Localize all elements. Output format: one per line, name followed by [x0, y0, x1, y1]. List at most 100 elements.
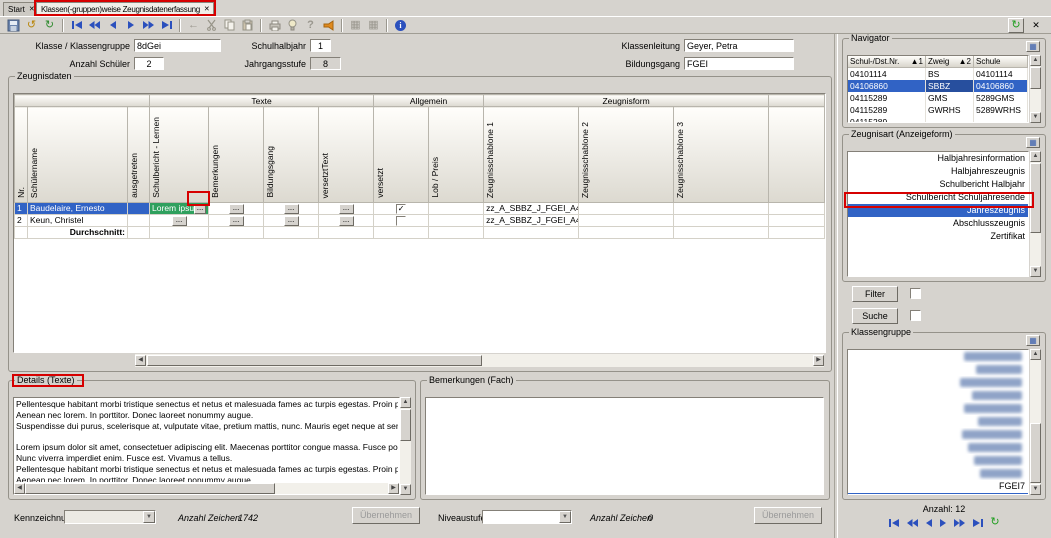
navigator-row[interactable]: 04115289: [848, 116, 1028, 123]
cell-schuelername[interactable]: Keun, Christel: [28, 215, 128, 227]
cell-lob-preis[interactable]: [429, 215, 484, 227]
klassengruppe-item-redacted[interactable]: [848, 454, 1028, 467]
klassengruppe-item-redacted[interactable]: [848, 441, 1028, 454]
copy-icon[interactable]: [221, 18, 238, 33]
zeugnisart-item[interactable]: Schulbericht Halbjahr: [848, 178, 1028, 191]
zeugnisart-list[interactable]: Halbjahresinformation Halbjahreszeugnis …: [847, 151, 1029, 277]
cell-nr[interactable]: 1: [15, 203, 28, 215]
bildungsgang-input[interactable]: [684, 57, 794, 70]
klassengruppe-item-redacted[interactable]: [848, 415, 1028, 428]
scroll-right-icon[interactable]: ▶: [813, 355, 824, 366]
suche-button[interactable]: Suche: [852, 308, 898, 324]
fast-forward-icon[interactable]: [953, 518, 966, 528]
klassenleitung-input[interactable]: [684, 39, 794, 52]
zeugnisart-item-selected[interactable]: Jahreszeugnis: [848, 204, 1028, 217]
grid-view-icon[interactable]: ▦: [347, 18, 364, 33]
filter-button[interactable]: Filter: [852, 286, 898, 302]
cell-bemerkungen[interactable]: ...: [209, 203, 264, 215]
cell-editor-button[interactable]: ...: [172, 216, 187, 226]
cell-zeugnisschablone-1[interactable]: zz_A_SBBZ_J_FGEI_A4: [484, 203, 579, 215]
scroll-down-icon[interactable]: ▼: [1030, 484, 1041, 495]
cell-bildungsgang[interactable]: ...: [264, 203, 319, 215]
cell-editor-button[interactable]: ...: [284, 216, 299, 226]
close-icon[interactable]: ✕: [29, 6, 35, 13]
navigator-row[interactable]: 04101114BS04101114: [848, 68, 1028, 80]
cell-ausgetreten[interactable]: [128, 215, 150, 227]
hint-bulb-icon[interactable]: [284, 18, 301, 33]
cell-editor-button[interactable]: ...: [229, 204, 244, 214]
klassengruppe-item-redacted[interactable]: [848, 428, 1028, 441]
vscroll-thumb[interactable]: [1030, 423, 1041, 483]
kennzeichnung-select[interactable]: ▼: [64, 510, 156, 524]
scroll-left-icon[interactable]: ◀: [135, 355, 146, 366]
close-icon[interactable]: ✕: [204, 6, 210, 13]
first-record-icon[interactable]: [888, 518, 900, 528]
navigate-back-icon[interactable]: ←: [185, 18, 202, 33]
first-record-icon[interactable]: [68, 18, 85, 33]
cell-versetzt[interactable]: ✓: [374, 203, 429, 215]
paste-icon[interactable]: [239, 18, 256, 33]
details-text-area[interactable]: Pellentesque habitant morbi tristique se…: [13, 397, 400, 495]
klassengruppe-item-fgei7[interactable]: FGEI7: [848, 480, 1028, 493]
navigator-col-zweig[interactable]: Zweig▲2: [926, 56, 974, 67]
cell-bildungsgang[interactable]: ...: [264, 215, 319, 227]
grid-config-icon[interactable]: ▦: [1026, 335, 1040, 346]
zeugnisart-item[interactable]: Zertifikat: [848, 230, 1028, 243]
tab-zeugnisdatenerfassung[interactable]: Klassen(-gruppen)weise Zeugnisdatenerfas…: [36, 2, 214, 16]
klassengruppe-item-redacted[interactable]: [848, 363, 1028, 376]
hscroll-thumb[interactable]: [147, 355, 482, 366]
niveaustufe-select[interactable]: ▼: [482, 510, 572, 524]
details-hscrollbar[interactable]: ◀ ▶: [14, 483, 399, 494]
close-panel-icon[interactable]: ✕: [1030, 18, 1042, 33]
combo-arrow-icon[interactable]: ▼: [143, 511, 155, 523]
help-icon[interactable]: ?: [302, 18, 319, 33]
anzahl-schueler-input[interactable]: [134, 57, 164, 70]
cell-bemerkungen[interactable]: ...: [209, 215, 264, 227]
klassengruppe-item-redacted[interactable]: [848, 467, 1028, 480]
table-row[interactable]: 1 Baudelaire, Ernesto Lorem ipsu... ... …: [15, 203, 825, 215]
save-icon[interactable]: [5, 18, 22, 33]
scroll-up-icon[interactable]: ▲: [400, 397, 411, 408]
versetzt-checkbox[interactable]: ✓: [396, 204, 406, 214]
zeugnisart-item[interactable]: Halbjahresinformation: [848, 152, 1028, 165]
tab-start[interactable]: Start ✕: [3, 2, 40, 16]
klasse-input[interactable]: [134, 39, 221, 52]
sidebar-splitter[interactable]: [834, 34, 838, 538]
print-icon[interactable]: [266, 18, 283, 33]
cell-schulbericht[interactable]: ...: [150, 215, 209, 227]
filter-checkbox[interactable]: [910, 288, 921, 299]
scroll-up-icon[interactable]: ▲: [1030, 349, 1041, 360]
next-record-icon[interactable]: [122, 18, 139, 33]
klassengruppe-item-redacted[interactable]: [848, 376, 1028, 389]
cell-versetzttext[interactable]: ...: [319, 203, 374, 215]
undo-icon[interactable]: ↺: [23, 18, 40, 33]
vscroll-thumb[interactable]: [400, 409, 411, 441]
zeugnisart-item[interactable]: Abschlusszeugnis: [848, 217, 1028, 230]
cell-editor-button[interactable]: ...: [194, 204, 206, 214]
vscroll-thumb[interactable]: [1030, 163, 1041, 233]
cell-zeugnisschablone-3[interactable]: [674, 215, 769, 227]
navigator-grid[interactable]: Schul-/Dst.Nr.▲1 Zweig▲2 Schule 04101114…: [847, 55, 1029, 123]
table-hscrollbar[interactable]: ◀ ▶: [135, 354, 824, 367]
previous-record-icon[interactable]: [925, 518, 933, 528]
scroll-up-icon[interactable]: ▲: [1030, 151, 1041, 162]
zeugnisart-vscrollbar[interactable]: ▲ ▼: [1030, 151, 1041, 277]
scroll-up-icon[interactable]: ▲: [1030, 55, 1041, 66]
bemerkungen-text-area[interactable]: [425, 397, 824, 495]
scroll-down-icon[interactable]: ▼: [1030, 112, 1041, 123]
last-record-icon[interactable]: [158, 18, 175, 33]
zeugnisdaten-grid[interactable]: Texte Allgemein Zeugnisform Nr. Schülern…: [13, 93, 826, 353]
redo-icon[interactable]: ↻: [41, 18, 58, 33]
fast-backward-icon[interactable]: [906, 518, 919, 528]
cell-editor-button[interactable]: ...: [339, 204, 354, 214]
navigator-row[interactable]: 04115289GMS5289GMS: [848, 92, 1028, 104]
cell-zeugnisschablone-2[interactable]: [579, 215, 674, 227]
fast-forward-icon[interactable]: [140, 18, 157, 33]
cell-lob-preis[interactable]: [429, 203, 484, 215]
table-row[interactable]: 2 Keun, Christel ... ... ... ... zz_A_SB…: [15, 215, 825, 227]
fast-backward-icon[interactable]: [86, 18, 103, 33]
cut-icon[interactable]: [203, 18, 220, 33]
next-record-icon[interactable]: [939, 518, 947, 528]
cell-editor-button[interactable]: ...: [339, 216, 354, 226]
cell-editor-button[interactable]: ...: [229, 216, 244, 226]
